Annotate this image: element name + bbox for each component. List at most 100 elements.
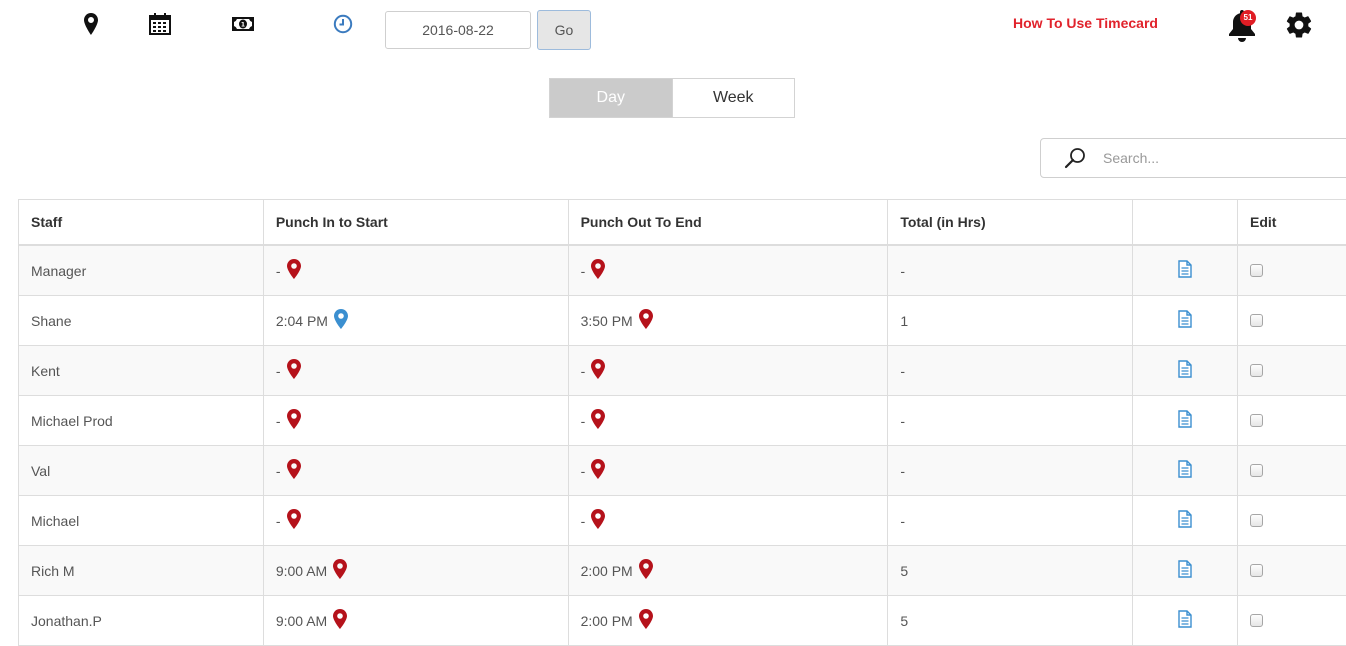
location-pin-icon[interactable]: [287, 409, 301, 432]
punch-in-time: 9:00 AM: [276, 563, 327, 579]
staff-cell: Manager: [19, 245, 264, 296]
edit-checkbox[interactable]: [1250, 464, 1263, 477]
week-tab[interactable]: Week: [672, 79, 795, 117]
location-pin-icon[interactable]: [287, 259, 301, 282]
search-input[interactable]: [1101, 149, 1305, 167]
punch-in-time: -: [276, 263, 281, 279]
staff-cell: Jonathan.P: [19, 596, 264, 646]
total-hours-cell: -: [888, 496, 1133, 546]
date-input[interactable]: [385, 11, 531, 49]
calendar-icon[interactable]: [146, 10, 174, 38]
edit-checkbox[interactable]: [1250, 414, 1263, 427]
clock-icon[interactable]: [329, 10, 357, 38]
total-hours-cell: 5: [888, 596, 1133, 646]
search-icon: [1063, 146, 1087, 170]
svg-text:1: 1: [241, 22, 245, 29]
punch-in-time: 2:04 PM: [276, 313, 328, 329]
punch-in-cell: 2:04 PM: [263, 296, 568, 346]
go-button[interactable]: Go: [537, 10, 591, 50]
report-cell: [1133, 546, 1238, 596]
location-pin-icon[interactable]: [287, 359, 301, 382]
location-pin-icon[interactable]: [334, 309, 348, 332]
location-pin-icon[interactable]: [639, 559, 653, 582]
table-row: Michael---: [19, 496, 1346, 546]
punch-out-cell: -: [568, 446, 888, 496]
report-cell: [1133, 396, 1238, 446]
document-icon[interactable]: [1178, 310, 1192, 331]
location-pin-icon[interactable]: [591, 359, 605, 382]
edit-cell: [1238, 296, 1346, 346]
location-pin-icon[interactable]: [591, 259, 605, 282]
location-pin-icon[interactable]: [639, 309, 653, 332]
staff-cell: Val: [19, 446, 264, 496]
edit-checkbox[interactable]: [1250, 614, 1263, 627]
how-to-use-timecard-link[interactable]: How To Use Timecard: [1013, 15, 1158, 31]
staff-cell: Michael Prod: [19, 396, 264, 446]
location-pin-icon[interactable]: [639, 609, 653, 632]
punch-out-time: -: [581, 513, 586, 529]
location-pin-icon[interactable]: [591, 509, 605, 532]
punch-in-time: 9:00 AM: [276, 613, 327, 629]
total-hours-cell: -: [888, 245, 1133, 296]
punch-in-cell: 9:00 AM: [263, 546, 568, 596]
location-pin-icon[interactable]: [287, 459, 301, 482]
punch-in-column-header[interactable]: Punch In to Start: [263, 200, 568, 246]
punch-out-cell: 2:00 PM: [568, 596, 888, 646]
notification-badge: 51: [1240, 10, 1256, 26]
edit-cell: [1238, 596, 1346, 646]
punch-out-time: 2:00 PM: [581, 563, 633, 579]
location-pin-icon[interactable]: [333, 559, 347, 582]
timecard-table: Staff Punch In to Start Punch Out To End…: [18, 199, 1346, 646]
report-cell: [1133, 245, 1238, 296]
edit-cell: [1238, 546, 1346, 596]
view-toggle: Day Week: [549, 78, 795, 118]
edit-cell: [1238, 446, 1346, 496]
staff-cell: Shane: [19, 296, 264, 346]
punch-out-time: 3:50 PM: [581, 313, 633, 329]
edit-checkbox[interactable]: [1250, 264, 1263, 277]
document-icon[interactable]: [1178, 410, 1192, 431]
punch-in-time: -: [276, 463, 281, 479]
edit-checkbox[interactable]: [1250, 314, 1263, 327]
table-row: Val---: [19, 446, 1346, 496]
report-cell: [1133, 496, 1238, 546]
total-column-header[interactable]: Total (in Hrs): [888, 200, 1133, 246]
document-icon[interactable]: [1178, 560, 1192, 581]
report-cell: [1133, 596, 1238, 646]
punch-out-time: 2:00 PM: [581, 613, 633, 629]
document-icon[interactable]: [1178, 510, 1192, 531]
gear-icon[interactable]: [1284, 10, 1314, 40]
document-icon[interactable]: [1178, 360, 1192, 381]
punch-in-cell: -: [263, 496, 568, 546]
location-pin-icon[interactable]: [333, 609, 347, 632]
location-pin-icon[interactable]: [591, 459, 605, 482]
document-icon[interactable]: [1178, 460, 1192, 481]
total-hours-cell: -: [888, 396, 1133, 446]
location-pin-icon[interactable]: [591, 409, 605, 432]
punch-in-cell: -: [263, 396, 568, 446]
notification-bell[interactable]: 51: [1226, 8, 1262, 44]
location-pin-icon[interactable]: [287, 509, 301, 532]
punch-out-cell: 2:00 PM: [568, 546, 888, 596]
money-icon[interactable]: 1: [229, 10, 257, 38]
table-header-row: Staff Punch In to Start Punch Out To End…: [19, 200, 1346, 246]
document-icon[interactable]: [1178, 260, 1192, 281]
location-pin-icon[interactable]: [77, 10, 105, 38]
table-row: Rich M9:00 AM2:00 PM5: [19, 546, 1346, 596]
punch-in-cell: -: [263, 245, 568, 296]
day-tab[interactable]: Day: [550, 79, 672, 117]
edit-checkbox[interactable]: [1250, 364, 1263, 377]
staff-column-header[interactable]: Staff: [19, 200, 264, 246]
report-cell: [1133, 296, 1238, 346]
staff-cell: Michael: [19, 496, 264, 546]
punch-out-column-header[interactable]: Punch Out To End: [568, 200, 888, 246]
edit-cell: [1238, 496, 1346, 546]
total-hours-cell: -: [888, 446, 1133, 496]
edit-checkbox[interactable]: [1250, 564, 1263, 577]
punch-out-cell: -: [568, 245, 888, 296]
punch-out-time: -: [581, 363, 586, 379]
document-icon[interactable]: [1178, 610, 1192, 631]
total-hours-cell: -: [888, 346, 1133, 396]
punch-in-time: -: [276, 363, 281, 379]
edit-checkbox[interactable]: [1250, 514, 1263, 527]
